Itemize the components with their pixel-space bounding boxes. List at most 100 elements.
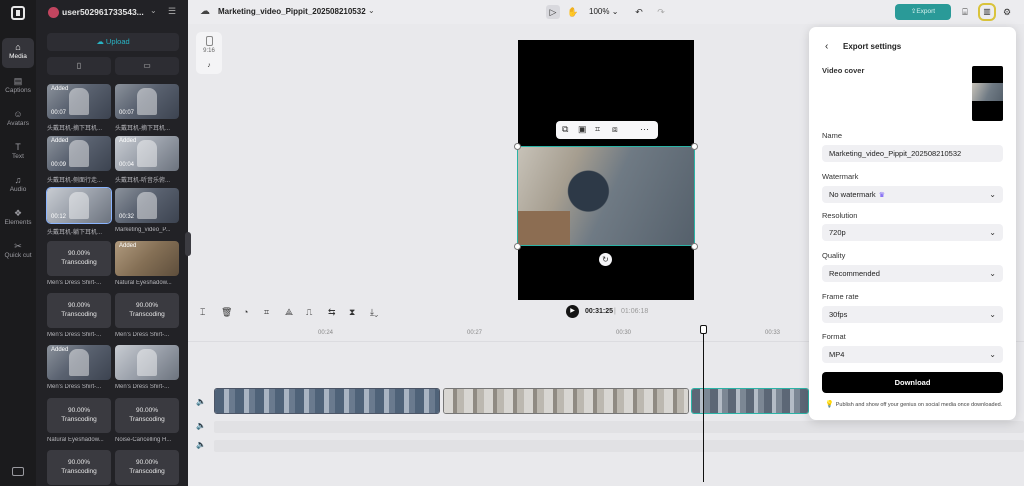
tile-duration: 00:32 <box>119 214 135 220</box>
mirror-icon[interactable]: ⎍ <box>306 307 312 318</box>
media-tile[interactable]: 90.00% Transcoding <box>47 293 111 328</box>
remove-bg-icon[interactable]: ⧈ <box>612 124 618 135</box>
phone-upload-button[interactable]: ▯ <box>47 57 111 75</box>
playhead-handle[interactable] <box>700 325 707 334</box>
rail-item-text[interactable]: T Text <box>2 138 34 168</box>
playhead[interactable] <box>703 330 704 482</box>
keyboard-icon[interactable] <box>12 467 24 476</box>
crown-icon: ♛ <box>878 192 885 199</box>
resolution-select[interactable]: 720p ⌄ <box>822 224 1003 241</box>
download-button[interactable]: Download <box>822 372 1003 393</box>
app-logo-icon[interactable] <box>11 6 25 20</box>
play-button[interactable]: ▶ <box>566 305 579 318</box>
tip-text: Publish and show off your genius on soci… <box>835 402 1003 408</box>
replace-icon[interactable]: ⧉ <box>562 124 568 135</box>
media-tile[interactable]: 00:07 <box>115 84 179 119</box>
aspect-ratio-picker[interactable]: 9:16 ♪ <box>196 32 222 74</box>
project-name[interactable]: Marketing_video_Pippit_202508210532 <box>218 7 366 16</box>
media-tile[interactable]: 90.00% Transcoding <box>47 450 111 485</box>
reverse-icon[interactable]: ⇆ <box>328 307 336 318</box>
media-tile[interactable]: Added 00:04 <box>115 136 179 171</box>
avatar[interactable] <box>48 7 59 18</box>
undo-icon[interactable]: ↶ <box>632 5 646 19</box>
resize-handle[interactable] <box>514 243 521 250</box>
resize-handle[interactable] <box>691 143 698 150</box>
media-tile[interactable] <box>115 345 179 380</box>
download-icon[interactable]: ⤓⌄ <box>370 307 378 318</box>
video-cover-label: Video cover <box>822 66 865 75</box>
name-field[interactable]: Marketing_video_Pippit_202508210532 <box>822 145 1003 162</box>
panel-toggle-icon[interactable]: ▥ <box>978 3 996 21</box>
selected-clip-frame[interactable] <box>517 146 695 246</box>
export-button[interactable]: ⇪Export <box>895 4 951 20</box>
media-tile[interactable]: Added 00:09 <box>47 136 111 171</box>
media-tile[interactable]: Added <box>47 345 111 380</box>
media-tile[interactable]: 90.00% Transcoding <box>47 398 111 433</box>
format-select[interactable]: MP4 ⌄ <box>822 346 1003 363</box>
volume-icon[interactable]: 🔈 <box>196 397 206 406</box>
rail-item-label: Audio <box>9 186 27 193</box>
chevron-down-icon: ⌄ <box>989 310 996 319</box>
tile-caption: Natural Eyeshadow... <box>115 280 172 286</box>
media-tile[interactable]: 90.00% Transcoding <box>47 241 111 276</box>
panel-resize-handle[interactable] <box>185 232 191 256</box>
media-tile[interactable]: 00:12 <box>46 187 112 224</box>
rail-item-avatars[interactable]: ☺ Avatars <box>2 105 34 135</box>
collapse-panel-icon[interactable]: ☰ <box>168 6 176 17</box>
chevron-down-icon: ⌄ <box>989 269 996 278</box>
quality-select[interactable]: Recommended ⌄ <box>822 265 1003 282</box>
rail-item-elements[interactable]: ❖ Elements <box>2 204 34 234</box>
timeline-clip[interactable] <box>214 388 440 414</box>
upload-button[interactable]: ☁ Upload <box>47 33 179 51</box>
timeline-clip[interactable] <box>443 388 689 414</box>
crop-icon[interactable]: ⌗ <box>595 124 600 135</box>
timeline-clip-selected[interactable] <box>691 388 809 414</box>
chevron-down-icon[interactable]: ⌄ <box>150 6 157 15</box>
frame-rate-select[interactable]: 30fps ⌄ <box>822 306 1003 323</box>
volume-icon[interactable]: 🔈 <box>196 421 206 430</box>
hand-tool-icon[interactable]: ✋ <box>566 5 580 19</box>
cover-frame <box>972 83 1003 101</box>
video-cover-thumbnail[interactable] <box>972 66 1003 121</box>
speed-icon[interactable]: ◔ <box>243 307 248 317</box>
total-time: 01:06:18 <box>621 308 649 315</box>
rail-item-media[interactable]: ⌂ Media <box>2 38 34 68</box>
transcode-percent: 90.00% <box>67 459 91 466</box>
resize-handle[interactable] <box>691 243 698 250</box>
media-tile[interactable]: Added 00:07 <box>47 84 111 119</box>
username[interactable]: user502961733543... <box>62 7 144 17</box>
delete-icon[interactable]: 🗑 <box>221 307 232 318</box>
volume-icon[interactable]: 🔈 <box>196 440 206 449</box>
freeze-icon[interactable]: ⧗ <box>349 307 355 318</box>
resolution-value: 720p <box>829 228 846 237</box>
rail-item-captions[interactable]: ▤ Captions <box>2 72 34 102</box>
resize-handle[interactable] <box>514 143 521 150</box>
tile-caption: Noise-Cancelling H... <box>115 437 172 443</box>
archive-icon[interactable]: ⌸ <box>958 5 972 19</box>
split-icon[interactable]: ⌶ <box>200 307 205 318</box>
media-tile[interactable]: 90.00% Transcoding <box>115 293 179 328</box>
media-tile[interactable]: Added <box>115 241 179 276</box>
gear-icon[interactable]: ⚙ <box>1000 5 1014 19</box>
rail-item-audio[interactable]: ♫ Audio <box>2 171 34 201</box>
fit-icon[interactable]: ▣ <box>578 124 587 135</box>
back-arrow-icon[interactable]: ‹ <box>825 41 828 52</box>
crop-icon[interactable]: ⌗ <box>264 307 269 318</box>
redo-icon[interactable]: ↷ <box>654 5 668 19</box>
audio-lane[interactable] <box>214 421 1024 433</box>
media-library-button[interactable]: ▭ <box>115 57 179 75</box>
rotate-icon[interactable]: ↻ <box>599 253 612 266</box>
zoom-level[interactable]: 100% ⌄ <box>589 7 618 16</box>
audio-lane[interactable] <box>214 440 1024 452</box>
flip-icon[interactable]: ⟁ <box>285 307 293 318</box>
select-tool-icon[interactable]: ▷ <box>546 5 560 19</box>
media-tile[interactable]: 00:32 <box>115 188 179 223</box>
media-tile[interactable]: 90.00% Transcoding <box>115 450 179 485</box>
more-icon[interactable]: ⋯ <box>640 124 649 135</box>
chevron-down-icon[interactable]: ⌄ <box>368 6 375 15</box>
tile-caption: Men's Dress Shirt-... <box>47 332 102 338</box>
tile-caption: Natural Eyeshadow... <box>47 437 104 443</box>
watermark-select[interactable]: No watermark ♛ ⌄ <box>822 186 1003 203</box>
rail-item-quick-cut[interactable]: ✂ Quick cut <box>2 237 34 271</box>
media-tile[interactable]: 90.00% Transcoding <box>115 398 179 433</box>
